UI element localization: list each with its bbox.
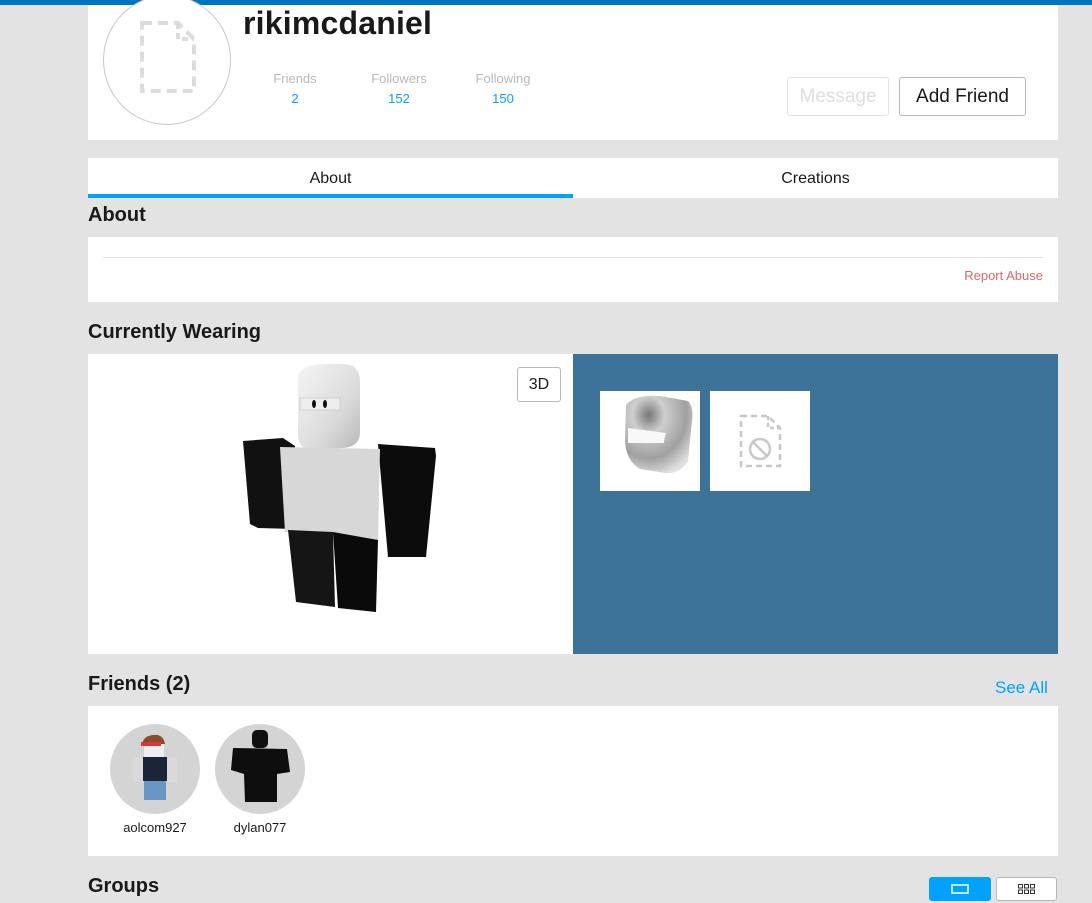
avatar-3d-render <box>243 364 436 612</box>
stat-value[interactable]: 152 <box>354 91 444 106</box>
wearing-items-panel <box>573 354 1058 654</box>
stat-label: Followers <box>371 71 427 86</box>
avatar-viewer: 3D <box>88 354 573 654</box>
friend-name[interactable]: aolcom927 <box>110 820 200 835</box>
divider <box>103 257 1043 258</box>
stat-following[interactable]: Following 150 <box>458 71 548 106</box>
tab-about[interactable]: About <box>88 158 573 198</box>
grid-view-button[interactable] <box>996 877 1057 901</box>
friends-heading: Friends (2) <box>88 673 191 695</box>
stat-value[interactable]: 150 <box>458 91 548 106</box>
friend-avatar-image <box>133 734 177 800</box>
about-panel: Report Abuse <box>88 237 1058 302</box>
see-all-friends-link[interactable]: See All <box>995 678 1048 698</box>
profile-username: rikimcdaniel <box>243 5 433 41</box>
helmet-item-image <box>625 395 693 474</box>
stat-label: Following <box>475 71 531 86</box>
about-heading: About <box>88 204 146 226</box>
placeholder-file-icon <box>140 21 196 93</box>
stat-friends[interactable]: Friends 2 <box>250 71 340 106</box>
wearing-item-helmet[interactable] <box>600 391 700 491</box>
stat-label: Friends <box>273 71 317 86</box>
groups-heading: Groups <box>88 875 160 897</box>
stat-value[interactable]: 2 <box>250 91 340 106</box>
profile-tabs: About Creations <box>88 158 1058 198</box>
unavailable-item-icon <box>739 414 782 468</box>
slideshow-icon <box>951 884 969 894</box>
profile-avatar[interactable] <box>103 0 231 125</box>
add-friend-button[interactable]: Add Friend <box>899 77 1026 116</box>
grid-icon <box>1018 884 1035 894</box>
message-button[interactable]: Message <box>787 77 889 116</box>
friend-avatar-image <box>231 730 290 802</box>
profile-header: rikimcdaniel Friends 2 Followers 152 Fol… <box>88 0 1058 140</box>
tab-creations[interactable]: Creations <box>573 158 1058 198</box>
friend-avatar[interactable] <box>215 724 305 814</box>
friends-list: aolcom927 dylan077 <box>88 706 1058 856</box>
friend-item[interactable]: dylan077 <box>215 724 305 835</box>
friend-avatar[interactable] <box>110 724 200 814</box>
wearing-item-unavailable[interactable] <box>710 391 810 491</box>
stat-followers[interactable]: Followers 152 <box>354 71 444 106</box>
currently-wearing-heading: Currently Wearing <box>88 321 261 343</box>
report-abuse-link[interactable]: Report Abuse <box>964 268 1043 283</box>
friend-item[interactable]: aolcom927 <box>110 724 200 835</box>
toggle-3d-button[interactable]: 3D <box>517 367 561 402</box>
friend-name[interactable]: dylan077 <box>215 820 305 835</box>
slideshow-view-button[interactable] <box>929 877 991 901</box>
